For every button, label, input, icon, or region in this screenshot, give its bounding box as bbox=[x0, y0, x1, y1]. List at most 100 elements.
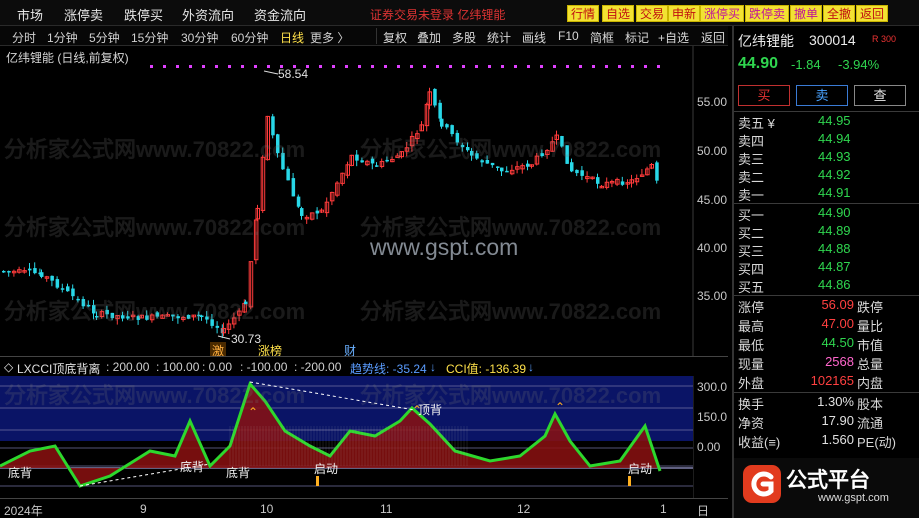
candle-body bbox=[440, 118, 444, 127]
indicator-name[interactable]: LXCCI顶底背离 bbox=[17, 360, 100, 377]
candle-body bbox=[66, 286, 70, 292]
signal-dot bbox=[150, 65, 153, 68]
quote-button[interactable]: 行情 bbox=[567, 5, 600, 22]
tool-f10[interactable]: F10 bbox=[558, 29, 579, 43]
chart-canvas[interactable]: ⌃ ⌃ ⌃ bbox=[0, 46, 728, 518]
tool-overlay[interactable]: 叠加 bbox=[417, 29, 441, 46]
ipo-button[interactable]: 申新 bbox=[668, 5, 701, 22]
menu-limit-up-sell[interactable]: 涨停卖 bbox=[64, 5, 103, 24]
ask-row: 卖一 44.91 bbox=[734, 185, 914, 203]
trend-down-icon: ↓ bbox=[430, 360, 436, 374]
back-button[interactable]: 返回 bbox=[856, 5, 889, 22]
stat-row: 外盘 102165 内盘 bbox=[734, 373, 919, 391]
stat-value: 2568 bbox=[825, 354, 854, 369]
divergence-label: 顶背 bbox=[418, 403, 443, 417]
signal-dot bbox=[631, 65, 634, 68]
signal-dot bbox=[267, 65, 270, 68]
limit-up-buy-button[interactable]: 涨停买 bbox=[700, 5, 745, 22]
ask-price: 44.95 bbox=[818, 113, 851, 128]
signal-dot bbox=[423, 65, 426, 68]
brand-banner: 公式平台 www.gspt.com bbox=[734, 458, 919, 518]
tool-add-watchlist[interactable]: +自选 bbox=[658, 29, 689, 46]
signal-dot bbox=[540, 65, 543, 68]
period-daily[interactable]: 日线 bbox=[280, 29, 304, 46]
signal-dot bbox=[228, 65, 231, 68]
period-15min[interactable]: 15分钟 bbox=[131, 29, 168, 46]
candle-body bbox=[7, 271, 11, 273]
trade-button[interactable]: 交易 bbox=[636, 5, 669, 22]
sell-button[interactable]: 卖 bbox=[796, 85, 848, 106]
indicator-param: : 0.00 bbox=[202, 360, 233, 374]
stat-label: 总量 bbox=[857, 357, 884, 372]
stat-label: 股本 bbox=[857, 397, 884, 412]
query-button[interactable]: 查 bbox=[854, 85, 906, 106]
indicator-toggle-icon[interactable]: ◇ bbox=[4, 360, 13, 374]
tool-draw-line[interactable]: 画线 bbox=[522, 29, 546, 46]
period-more[interactable]: 更多 〉 bbox=[310, 29, 349, 46]
bid-label: 买二 bbox=[738, 226, 765, 241]
signal-dot bbox=[397, 65, 400, 68]
period-intraday[interactable]: 分时 bbox=[12, 29, 36, 46]
ask-label: 卖一 bbox=[738, 188, 765, 203]
brand-url: www.gspt.com bbox=[818, 492, 889, 504]
cancel-order-button[interactable]: 撤单 bbox=[790, 5, 823, 22]
low-pointer bbox=[217, 335, 231, 340]
period-toolbar: 分时 1分钟 5分钟 15分钟 30分钟 60分钟 日线 更多 〉 复权 叠加 … bbox=[0, 26, 728, 46]
candle-body bbox=[215, 325, 220, 328]
tool-simple-frame[interactable]: 简框 bbox=[590, 29, 614, 46]
tool-multi-stock[interactable]: 多股 bbox=[452, 29, 476, 46]
menu-capital-flow[interactable]: 资金流向 bbox=[254, 5, 306, 24]
price-tick: 40.00 bbox=[697, 241, 728, 255]
cci-value: CCI值: -136.39 bbox=[446, 362, 527, 376]
tool-mark[interactable]: 标记 bbox=[625, 29, 649, 46]
stat-label: 流通 bbox=[857, 416, 884, 431]
price-tick: 50.00 bbox=[697, 144, 728, 158]
stat-label: 跌停 bbox=[857, 300, 884, 315]
divider bbox=[734, 295, 919, 296]
menu-limit-down-buy[interactable]: 跌停买 bbox=[124, 5, 163, 24]
watermark-text: 分析家公式网www.70822.com bbox=[360, 299, 662, 324]
stat-value: 47.00 bbox=[821, 316, 854, 331]
kline-chart[interactable]: ⌃ ⌃ ⌃ 亿纬锂能 (日线,前复权) 分析家公式网www.70822.com 分析… bbox=[0, 46, 728, 518]
candle-body bbox=[655, 162, 659, 181]
date-label: 9 bbox=[140, 502, 147, 516]
candle-body bbox=[28, 268, 32, 271]
signal-dot bbox=[410, 65, 413, 68]
indicator-param: : 100.00 bbox=[156, 360, 200, 374]
buy-button[interactable]: 买 bbox=[738, 85, 790, 106]
candle-body bbox=[620, 181, 625, 185]
menu-market[interactable]: 市场 bbox=[17, 5, 43, 24]
period-30min[interactable]: 30分钟 bbox=[181, 29, 218, 46]
ask-row: 卖五 ¥ 44.95 bbox=[734, 113, 914, 131]
bid-row: 买一 44.90 bbox=[734, 205, 914, 223]
period-1min[interactable]: 1分钟 bbox=[47, 29, 78, 46]
brand-logo-icon bbox=[743, 465, 781, 503]
stock-name: 亿纬锂能 bbox=[738, 33, 794, 49]
signal-dot bbox=[436, 65, 439, 68]
candle-body bbox=[596, 177, 600, 184]
divergence-label: 底背 bbox=[8, 466, 33, 480]
cci-down-icon: ↓ bbox=[528, 360, 534, 374]
signal-dot bbox=[202, 65, 205, 68]
menu-foreign-flow[interactable]: 外资流向 bbox=[182, 5, 234, 24]
stat-value: 1.30% bbox=[817, 394, 854, 409]
bid-label: 买五 bbox=[738, 280, 765, 295]
tool-statistics[interactable]: 统计 bbox=[487, 29, 511, 46]
watchlist-button[interactable]: 自选 bbox=[602, 5, 635, 22]
stat-row: 涨停 56.09 跌停 bbox=[734, 297, 919, 315]
date-label: 1 bbox=[660, 502, 667, 516]
signal-dot bbox=[189, 65, 192, 68]
period-5min[interactable]: 5分钟 bbox=[89, 29, 120, 46]
stat-value: 44.50 bbox=[821, 335, 854, 350]
ask-price: 44.91 bbox=[818, 185, 851, 200]
tool-back[interactable]: 返回 bbox=[701, 29, 725, 46]
limit-down-sell-button[interactable]: 跌停卖 bbox=[745, 5, 790, 22]
bid-row: 买三 44.88 bbox=[734, 241, 914, 259]
cancel-all-button[interactable]: 全撤 bbox=[823, 5, 856, 22]
candle-body bbox=[438, 102, 442, 119]
tool-adjust[interactable]: 复权 bbox=[383, 29, 407, 46]
signal-dot bbox=[176, 65, 179, 68]
indicator-param: : -100.00 bbox=[240, 360, 288, 374]
date-label: 10 bbox=[260, 502, 274, 516]
period-60min[interactable]: 60分钟 bbox=[231, 29, 268, 46]
